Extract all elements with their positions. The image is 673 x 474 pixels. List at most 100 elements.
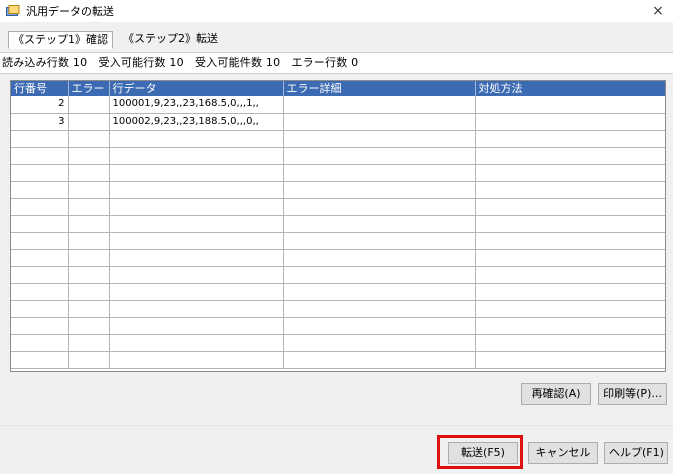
cell-error-detail[interactable] (283, 283, 476, 301)
cell-error-detail[interactable] (283, 266, 476, 284)
cell-error-detail[interactable] (283, 300, 476, 318)
cell-line-data[interactable] (109, 266, 284, 284)
cell-error[interactable] (68, 300, 110, 318)
cell-line-number[interactable] (11, 130, 69, 148)
cell-error-detail[interactable] (283, 113, 476, 131)
table-row[interactable] (11, 334, 665, 352)
column-header-error-detail[interactable]: エラー詳細 (283, 81, 476, 96)
cell-remedy[interactable] (475, 164, 665, 182)
cell-line-data[interactable] (109, 317, 284, 335)
cell-error-detail[interactable] (283, 130, 476, 148)
table-row[interactable] (11, 232, 665, 250)
cell-error[interactable] (68, 130, 110, 148)
cell-remedy[interactable] (475, 266, 665, 284)
cell-remedy[interactable] (475, 181, 665, 199)
cell-line-data[interactable] (109, 181, 284, 199)
recheck-button[interactable]: 再確認(A) (521, 383, 591, 405)
cell-remedy[interactable] (475, 300, 665, 318)
table-row[interactable] (11, 249, 665, 267)
table-row[interactable]: 2 100001,9,23,,23,168.5,0,,,1,, (11, 96, 665, 114)
table-row[interactable]: 3 100002,9,23,,23,188.5,0,,,0,, (11, 113, 665, 131)
cell-line-number[interactable] (11, 198, 69, 216)
cancel-button[interactable]: キャンセル (528, 442, 598, 464)
cell-error-detail[interactable] (283, 215, 476, 233)
table-row[interactable] (11, 351, 665, 369)
cell-line-number[interactable] (11, 215, 69, 233)
cell-remedy[interactable] (475, 249, 665, 267)
table-row[interactable] (11, 300, 665, 318)
cell-line-data[interactable]: 100001,9,23,,23,168.5,0,,,1,, (109, 96, 284, 114)
cell-error[interactable] (68, 181, 110, 199)
table-row[interactable] (11, 181, 665, 199)
cell-line-number[interactable]: 3 (11, 113, 69, 131)
cell-remedy[interactable] (475, 334, 665, 352)
table-row[interactable] (11, 317, 665, 335)
cell-error[interactable] (68, 317, 110, 335)
cell-error[interactable] (68, 334, 110, 352)
cell-remedy[interactable] (475, 283, 665, 301)
table-row[interactable] (11, 164, 665, 182)
column-header-error[interactable]: エラー (68, 81, 110, 96)
cell-error-detail[interactable] (283, 249, 476, 267)
cell-error[interactable] (68, 249, 110, 267)
cell-error-detail[interactable] (283, 181, 476, 199)
cell-error[interactable] (68, 113, 110, 131)
cell-error-detail[interactable] (283, 317, 476, 335)
table-row[interactable] (11, 198, 665, 216)
table-row[interactable] (11, 147, 665, 165)
cell-error[interactable] (68, 283, 110, 301)
transfer-button[interactable]: 転送(F5) (448, 442, 518, 464)
table-row[interactable] (11, 130, 665, 148)
help-button[interactable]: ヘルプ(F1) (604, 442, 668, 464)
table-row[interactable] (11, 266, 665, 284)
column-header-line-number[interactable]: 行番号 (11, 81, 69, 96)
cell-error[interactable] (68, 198, 110, 216)
cell-remedy[interactable] (475, 130, 665, 148)
cell-error[interactable] (68, 215, 110, 233)
cell-line-number[interactable] (11, 334, 69, 352)
cell-error-detail[interactable] (283, 164, 476, 182)
cell-remedy[interactable] (475, 198, 665, 216)
cell-line-data[interactable] (109, 147, 284, 165)
cell-remedy[interactable] (475, 351, 665, 369)
cell-line-number[interactable] (11, 283, 69, 301)
close-icon[interactable]: × (643, 0, 673, 22)
cell-error-detail[interactable] (283, 147, 476, 165)
cell-error[interactable] (68, 351, 110, 369)
column-header-remedy[interactable]: 対処方法 (475, 81, 665, 96)
cell-error[interactable] (68, 164, 110, 182)
cell-line-data[interactable] (109, 300, 284, 318)
tab-step1-confirm[interactable]: 《ステップ1》確認 (8, 31, 113, 49)
cell-line-number[interactable] (11, 164, 69, 182)
cell-remedy[interactable] (475, 96, 665, 114)
table-row[interactable] (11, 283, 665, 301)
cell-line-data[interactable] (109, 232, 284, 250)
cell-error-detail[interactable] (283, 232, 476, 250)
cell-line-number[interactable] (11, 266, 69, 284)
cell-line-data[interactable] (109, 334, 284, 352)
cell-line-number[interactable] (11, 232, 69, 250)
cell-line-number[interactable] (11, 147, 69, 165)
cell-remedy[interactable] (475, 232, 665, 250)
cell-line-data[interactable] (109, 164, 284, 182)
cell-error[interactable] (68, 147, 110, 165)
cell-error-detail[interactable] (283, 198, 476, 216)
cell-line-data[interactable] (109, 215, 284, 233)
cell-line-number[interactable] (11, 351, 69, 369)
cell-remedy[interactable] (475, 215, 665, 233)
cell-line-number[interactable]: 2 (11, 96, 69, 114)
cell-line-number[interactable] (11, 317, 69, 335)
cell-error-detail[interactable] (283, 96, 476, 114)
cell-line-data[interactable] (109, 130, 284, 148)
cell-error-detail[interactable] (283, 334, 476, 352)
cell-line-number[interactable] (11, 181, 69, 199)
cell-line-data[interactable] (109, 249, 284, 267)
cell-line-data[interactable]: 100002,9,23,,23,188.5,0,,,0,, (109, 113, 284, 131)
cell-error[interactable] (68, 232, 110, 250)
cell-line-number[interactable] (11, 249, 69, 267)
cell-remedy[interactable] (475, 113, 665, 131)
cell-remedy[interactable] (475, 317, 665, 335)
cell-error[interactable] (68, 96, 110, 114)
cell-line-number[interactable] (11, 300, 69, 318)
cell-error-detail[interactable] (283, 351, 476, 369)
